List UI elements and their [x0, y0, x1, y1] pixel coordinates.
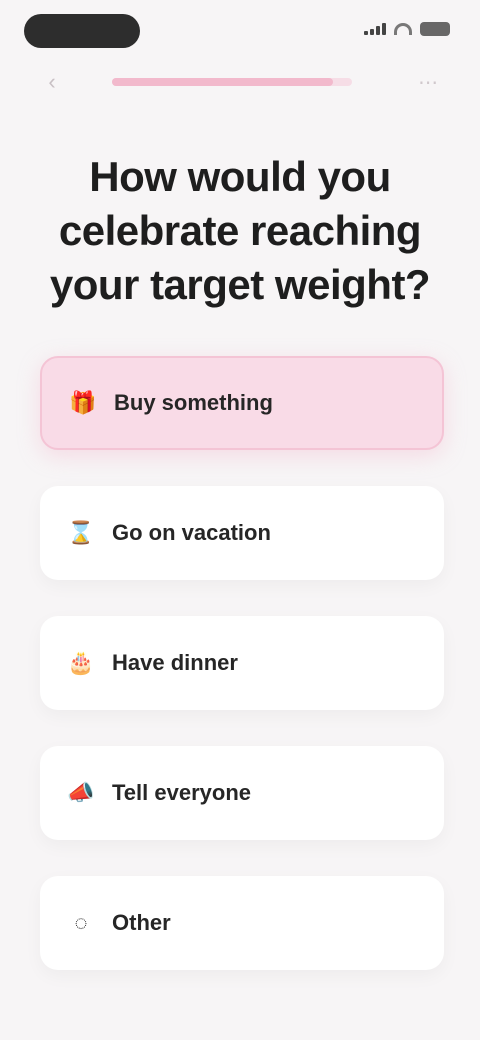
- option-buy-something[interactable]: 🎁 Buy something: [40, 356, 444, 450]
- megaphone-icon: 📣: [67, 780, 95, 805]
- progress-bar: [112, 78, 352, 86]
- screen: ‹ ⋯ How would you celebrate reaching you…: [0, 0, 480, 1040]
- option-go-on-vacation[interactable]: ⌛ Go on vacation: [40, 486, 444, 580]
- question-title: How would you celebrate reaching your ta…: [49, 153, 431, 308]
- chevron-left-icon: ‹: [48, 69, 56, 94]
- gift-icon: 🎁: [69, 390, 97, 415]
- other-icon: ◌: [74, 910, 88, 935]
- option-label: Other: [112, 910, 171, 935]
- status-bar-pill: [24, 14, 140, 48]
- wifi-icon: [394, 23, 412, 35]
- menu-button[interactable]: ⋯: [410, 64, 446, 100]
- top-nav: ‹ ⋯: [0, 56, 480, 108]
- option-label: Go on vacation: [112, 520, 271, 545]
- progress-bar-fill: [112, 78, 333, 86]
- option-label: Have dinner: [112, 650, 238, 675]
- cake-icon: 🎂: [67, 650, 95, 675]
- signal-icon: [364, 23, 386, 35]
- option-list: 🎁 Buy something ⌛ Go on vacation 🎂 Have dinne…: [40, 356, 444, 970]
- back-button[interactable]: ‹: [34, 64, 70, 100]
- option-tell-everyone[interactable]: 📣 Tell everyone: [40, 746, 444, 840]
- option-have-dinner[interactable]: 🎂 Have dinner: [40, 616, 444, 710]
- question-container: How would you celebrate reaching your ta…: [0, 150, 480, 312]
- option-label: Buy something: [114, 390, 273, 415]
- more-icon: ⋯: [418, 71, 438, 94]
- option-other[interactable]: ◌ Other: [40, 876, 444, 970]
- status-bar-indicators: [364, 22, 450, 36]
- option-label: Tell everyone: [112, 780, 251, 805]
- hourglass-icon: ⌛: [67, 520, 95, 545]
- battery-icon: [420, 22, 450, 36]
